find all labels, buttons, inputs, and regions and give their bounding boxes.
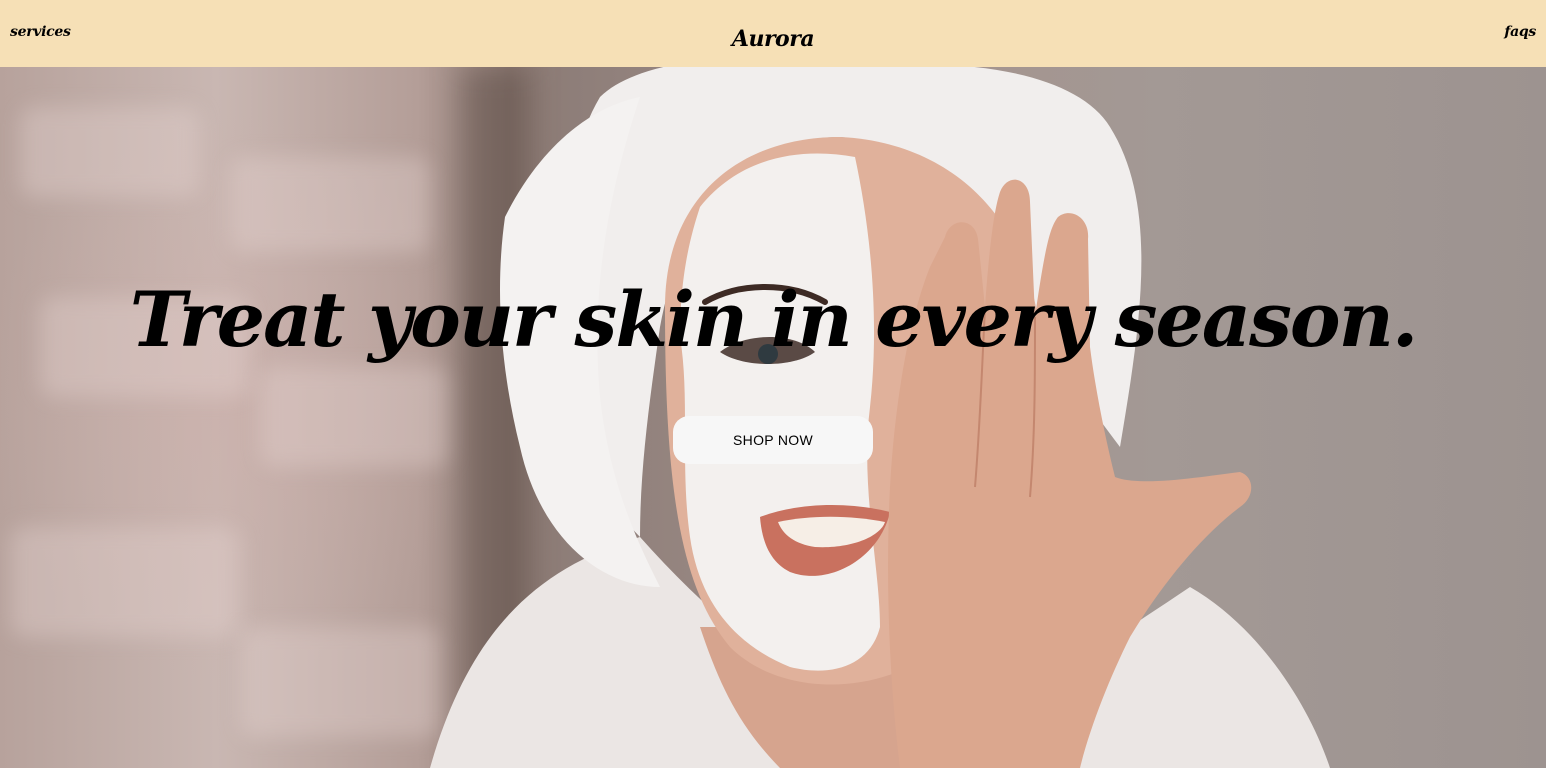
- face-mask: [680, 153, 880, 671]
- hero-headline: Treat your skin in every season.: [129, 275, 1419, 364]
- hero-section: Treat your skin in every season. SHOP NO…: [0, 67, 1546, 768]
- brand-logo[interactable]: Aurora: [0, 26, 1546, 52]
- page: services Aurora faqs Treat your skin in …: [0, 0, 1546, 768]
- nav-faqs-link[interactable]: faqs: [1504, 24, 1536, 40]
- shop-now-button[interactable]: SHOP NOW: [673, 416, 873, 464]
- top-navigation-bar: services Aurora faqs: [0, 0, 1546, 67]
